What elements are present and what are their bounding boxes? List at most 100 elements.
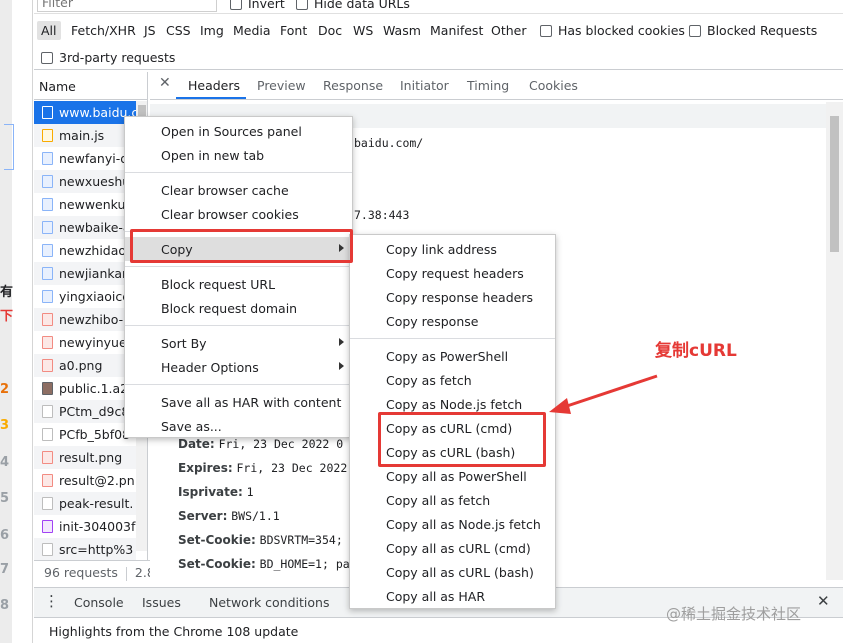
page-left-strip: 有 下 2 3 4 5 6 7 8 bbox=[0, 0, 33, 643]
table-row[interactable]: newbaike-8 bbox=[34, 216, 136, 239]
table-row[interactable]: init-304003f bbox=[34, 515, 136, 538]
menu-save-as[interactable]: Save as... bbox=[125, 414, 352, 438]
filter-manifest[interactable]: Manifest bbox=[426, 21, 487, 40]
tab-headers[interactable]: Headers bbox=[188, 78, 240, 93]
tab-response[interactable]: Response bbox=[323, 78, 383, 93]
table-row[interactable]: PCfb_5bf08 bbox=[34, 423, 136, 446]
file-type-icon bbox=[42, 106, 53, 119]
filter-css[interactable]: CSS bbox=[162, 21, 195, 40]
close-drawer-icon[interactable]: ✕ bbox=[817, 592, 830, 610]
table-row[interactable]: peak-result. bbox=[34, 492, 136, 515]
menu-copy-all-as-har[interactable]: Copy all as HAR bbox=[350, 584, 555, 608]
transfer-size: 2.8 bbox=[134, 565, 150, 580]
has-blocked-cookies-checkbox[interactable]: Has blocked cookies bbox=[540, 23, 685, 38]
tab-timing[interactable]: Timing bbox=[467, 78, 509, 93]
table-row[interactable]: src=http%3 bbox=[34, 538, 136, 560]
page-char: 5 bbox=[0, 491, 10, 506]
menu-copy-link-address[interactable]: Copy link address bbox=[350, 237, 555, 261]
submenu-arrow-icon bbox=[339, 362, 344, 370]
table-row[interactable]: www.baidu.com bbox=[34, 101, 136, 124]
filter-font[interactable]: Font bbox=[276, 21, 311, 40]
menu-sort-by[interactable]: Sort By bbox=[125, 331, 352, 355]
context-menu: Open in Sources panel Open in new tab Cl… bbox=[124, 116, 353, 438]
request-name: a0.png bbox=[59, 358, 103, 373]
table-row[interactable]: yingxiaoicc bbox=[34, 285, 136, 308]
menu-open-in-sources[interactable]: Open in Sources panel bbox=[125, 119, 352, 143]
drawer-tab-issues[interactable]: Issues bbox=[142, 595, 181, 610]
table-row[interactable]: newzhidao bbox=[34, 239, 136, 262]
tab-initiator[interactable]: Initiator bbox=[400, 78, 449, 93]
filter-all[interactable]: All bbox=[37, 21, 61, 40]
filter-fetch-xhr[interactable]: Fetch/XHR bbox=[67, 21, 140, 40]
file-type-icon bbox=[42, 336, 53, 349]
filter-input[interactable] bbox=[37, 0, 217, 12]
table-row[interactable]: public.1.a2 bbox=[34, 377, 136, 400]
menu-save-all-har[interactable]: Save all as HAR with content bbox=[125, 390, 352, 414]
filter-ws[interactable]: WS bbox=[349, 21, 377, 40]
menu-header-options[interactable]: Header Options bbox=[125, 355, 352, 379]
table-row[interactable]: newwenku bbox=[34, 193, 136, 216]
request-name: newjiankar bbox=[59, 266, 128, 281]
table-row[interactable]: newzhibo- bbox=[34, 308, 136, 331]
menu-copy-all-as-powershell[interactable]: Copy all as PowerShell bbox=[350, 464, 555, 488]
tab-preview[interactable]: Preview bbox=[257, 78, 306, 93]
file-type-icon bbox=[42, 428, 53, 441]
menu-copy-all-as-nodejs-fetch[interactable]: Copy all as Node.js fetch bbox=[350, 512, 555, 536]
tab-cookies[interactable]: Cookies bbox=[529, 78, 578, 93]
request-name: newzhibo- bbox=[59, 312, 124, 327]
menu-copy-response[interactable]: Copy response bbox=[350, 309, 555, 333]
checkbox-icon bbox=[230, 0, 242, 10]
menu-block-request-url[interactable]: Block request URL bbox=[125, 272, 352, 296]
filter-wasm[interactable]: Wasm bbox=[379, 21, 425, 40]
request-count: 96 requests bbox=[44, 565, 118, 580]
file-type-icon bbox=[42, 313, 53, 326]
filter-media[interactable]: Media bbox=[229, 21, 275, 40]
more-tabs-icon[interactable]: ⋮ bbox=[44, 592, 59, 610]
menu-clear-browser-cache[interactable]: Clear browser cache bbox=[125, 178, 352, 202]
detail-scrollbar[interactable] bbox=[826, 102, 843, 580]
table-row[interactable]: newfanyi-d bbox=[34, 147, 136, 170]
table-row[interactable]: newxueshu bbox=[34, 170, 136, 193]
header-row: Expires: Fri, 23 Dec 2022 bbox=[178, 461, 348, 475]
file-type-icon bbox=[42, 221, 53, 234]
table-row[interactable]: main.js bbox=[34, 124, 136, 147]
menu-block-request-domain[interactable]: Block request domain bbox=[125, 296, 352, 320]
menu-copy-all-as-fetch[interactable]: Copy all as fetch bbox=[350, 488, 555, 512]
page-char: 4 bbox=[0, 455, 10, 470]
drawer-tab-network-conditions[interactable]: Network conditions bbox=[209, 595, 329, 610]
table-row[interactable]: a0.png bbox=[34, 354, 136, 377]
filter-doc[interactable]: Doc bbox=[314, 21, 346, 40]
filter-js[interactable]: JS bbox=[140, 21, 160, 40]
request-name: newbaike-8 bbox=[59, 220, 131, 235]
page-char: 下 bbox=[0, 309, 14, 324]
third-party-checkbox[interactable]: 3rd-party requests bbox=[41, 50, 175, 65]
hide-data-urls-checkbox[interactable]: Hide data URLs bbox=[296, 0, 410, 11]
request-name: yingxiaoicc bbox=[59, 289, 130, 304]
file-type-icon bbox=[42, 451, 53, 464]
page-char: 2 bbox=[0, 382, 10, 397]
table-row[interactable]: newjiankar bbox=[34, 262, 136, 285]
header-row: Server: BWS/1.1 bbox=[178, 509, 280, 523]
menu-copy-all-as-curl-cmd[interactable]: Copy all as cURL (cmd) bbox=[350, 536, 555, 560]
drawer-tab-console[interactable]: Console bbox=[74, 595, 124, 610]
name-column-header[interactable]: Name bbox=[34, 72, 147, 100]
menu-copy-as-fetch[interactable]: Copy as fetch bbox=[350, 368, 555, 392]
file-type-icon bbox=[42, 497, 53, 510]
menu-copy-request-headers[interactable]: Copy request headers bbox=[350, 261, 555, 285]
filter-other[interactable]: Other bbox=[487, 21, 531, 40]
menu-copy-all-as-curl-bash[interactable]: Copy all as cURL (bash) bbox=[350, 560, 555, 584]
close-icon[interactable]: ✕ bbox=[159, 75, 171, 91]
table-row[interactable]: PCtm_d9c8 bbox=[34, 400, 136, 423]
menu-open-in-new-tab[interactable]: Open in new tab bbox=[125, 143, 352, 167]
scroll-thumb[interactable] bbox=[830, 116, 839, 252]
filter-img[interactable]: Img bbox=[196, 21, 228, 40]
file-type-icon bbox=[42, 290, 53, 303]
blocked-requests-checkbox[interactable]: Blocked Requests bbox=[689, 23, 817, 38]
menu-copy-response-headers[interactable]: Copy response headers bbox=[350, 285, 555, 309]
invert-checkbox[interactable]: Invert bbox=[230, 0, 285, 11]
menu-copy-as-powershell[interactable]: Copy as PowerShell bbox=[350, 344, 555, 368]
table-row[interactable]: newyinyue bbox=[34, 331, 136, 354]
table-row[interactable]: result@2.pn bbox=[34, 469, 136, 492]
table-row[interactable]: result.png bbox=[34, 446, 136, 469]
menu-clear-browser-cookies[interactable]: Clear browser cookies bbox=[125, 202, 352, 226]
